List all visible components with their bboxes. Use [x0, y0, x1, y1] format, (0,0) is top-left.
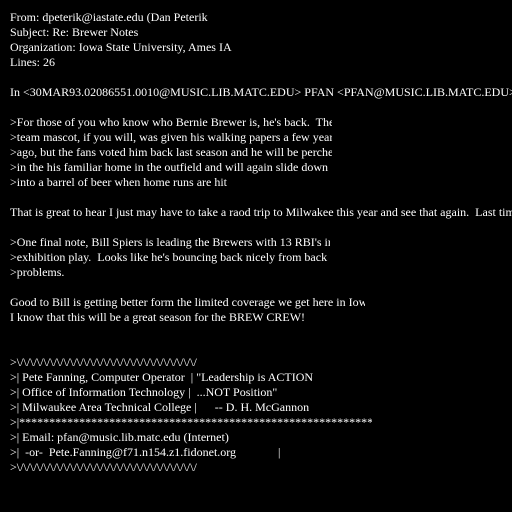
- quote-line: >into a barrel of beer when home runs ar…: [10, 175, 228, 189]
- header-from: From: dpeterik@iastate.edu (Dan Peterik: [10, 10, 208, 24]
- attribution-line: In <30MAR93.02086551.0010@MUSIC.LIB.MATC…: [10, 85, 512, 99]
- header-organization: Organization: Iowa State University, Ame…: [10, 40, 232, 54]
- reply-line: I know that this will be a great season …: [10, 310, 306, 324]
- signature-line: >| Email: pfan@music.lib.matc.edu (Inter…: [10, 430, 229, 444]
- quote-line: >problems.: [10, 265, 65, 279]
- quote-line: >in the his familiar home in the outfiel…: [10, 160, 329, 174]
- quote-line: >One final note, Bill Spiers is leading …: [10, 235, 330, 249]
- signature-line: >\/\/\/\/\/\/\/\/\/\/\/\/\/\/\/\/\/\/\/\…: [10, 355, 197, 369]
- quote-line: >team mascot, if you will, was given his…: [10, 130, 332, 144]
- reply-line: Good to Bill is getting better form the …: [10, 295, 365, 309]
- reply-line: That is great to hear I just may have to…: [10, 205, 512, 219]
- signature-line: >\/\/\/\/\/\/\/\/\/\/\/\/\/\/\/\/\/\/\/\…: [10, 460, 197, 474]
- signature-line: >| -or- Pete.Fanning@f71.n154.z1.fidonet…: [10, 445, 281, 459]
- signature-line: >| Milwaukee Area Technical College | --…: [10, 400, 310, 414]
- signature-line: >| Pete Fanning, Computer Operator | "Le…: [10, 370, 314, 384]
- quote-line: >ago, but the fans voted him back last s…: [10, 145, 332, 159]
- header-subject: Subject: Re: Brewer Notes: [10, 25, 139, 39]
- quote-line: >exhibition play. Looks like he's bounci…: [10, 250, 328, 264]
- signature-line: >|**************************************…: [10, 415, 372, 429]
- signature-line: >| Office of Information Technology | ..…: [10, 385, 278, 399]
- usenet-message: From: dpeterik@iastate.edu (Dan Peterik …: [0, 0, 512, 512]
- quote-line: >For those of you who know who Bernie Br…: [10, 115, 332, 129]
- header-lines: Lines: 26: [10, 55, 55, 69]
